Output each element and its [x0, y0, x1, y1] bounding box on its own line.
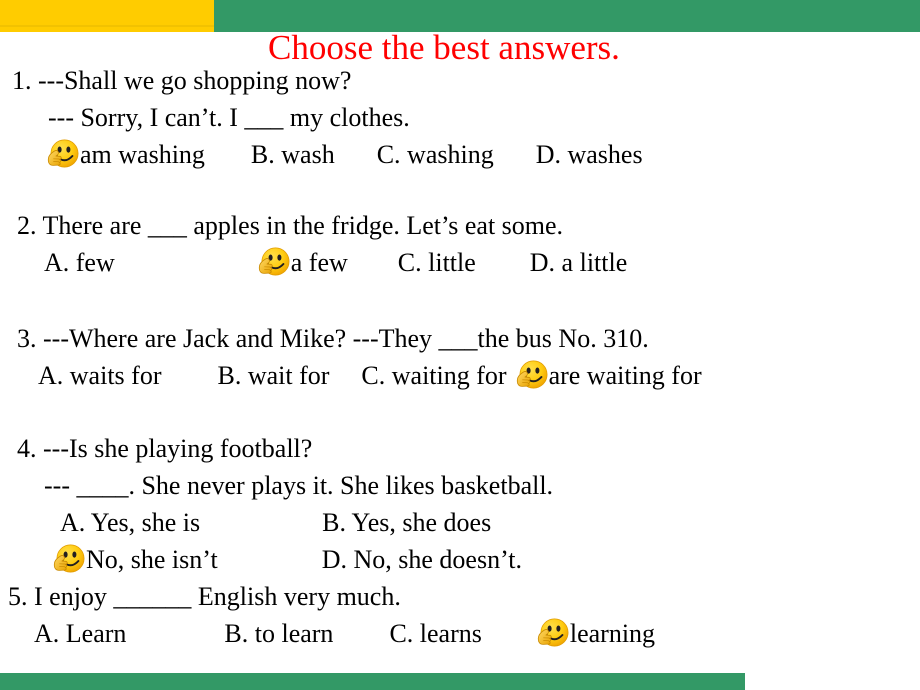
question-5-option-a-text: A. Learn	[34, 619, 127, 648]
question-2-option-d[interactable]: D. a little	[530, 244, 627, 281]
question-2-option-b-text: a few	[290, 248, 348, 277]
question-5-stem-line-1: 5. I enjoy ______ English very much.	[0, 578, 920, 615]
question-1-option-d-text: D. washes	[535, 140, 643, 169]
question-3-option-b[interactable]: B. wait for	[217, 357, 329, 394]
question-3-option-a-text: A. waits for	[38, 361, 162, 390]
question-2-option-c[interactable]: C. little	[398, 244, 476, 281]
question-2-stem-line-1: 2. There are ___ apples in the fridge. L…	[0, 207, 920, 244]
question-sheet: 1. ---Shall we go shopping now? --- Sorr…	[0, 62, 920, 662]
question-4-option-c[interactable]: No, she isn’t	[50, 541, 218, 578]
question-1-option-c-text: C. washing	[376, 140, 494, 169]
question-4-option-d[interactable]: D. No, she doesn’t.	[322, 541, 522, 578]
question-1-stem-line-1-text: 1. ---Shall we go shopping now?	[12, 66, 352, 95]
question-5-option-a[interactable]: A. Learn	[34, 615, 126, 652]
question-3-options: A. waits for B. wait for C. waiting for	[0, 357, 920, 394]
question-5-option-b-text: B. to learn	[224, 619, 334, 648]
question-4-option-b-text: B. Yes, she does	[322, 508, 492, 537]
question-1-option-b-text: B. wash	[250, 140, 335, 169]
question-5-option-c[interactable]: C. learns	[389, 615, 481, 652]
question-2-option-b[interactable]: a few	[255, 244, 348, 281]
question-2-options: A. few a few C. little D. a little	[0, 244, 920, 281]
question-4-options-row-1: A. Yes, she is B. Yes, she does	[0, 504, 920, 541]
question-2-stem-line-1-text: 2. There are ___ apples in the fridge. L…	[17, 211, 564, 240]
question-3-option-d-text: are waiting for	[548, 361, 702, 390]
question-1-option-d[interactable]: D. washes	[536, 136, 643, 173]
smiley-thumbs-up-icon	[534, 617, 570, 651]
question-5-option-b[interactable]: B. to learn	[224, 615, 333, 652]
question-4-stem-line-2: --- ____. She never plays it. She likes …	[0, 467, 920, 504]
smiley-thumbs-up-icon	[255, 246, 291, 280]
question-2-option-c-text: C. little	[397, 248, 476, 277]
question-1-option-b[interactable]: B. wash	[251, 136, 335, 173]
smiley-thumbs-up-icon	[50, 543, 86, 577]
question-5: 5. I enjoy ______ English very much. A. …	[0, 578, 920, 652]
question-3: 3. ---Where are Jack and Mike? ---They _…	[0, 320, 920, 394]
question-3-option-c-text: C. waiting for	[361, 361, 507, 390]
question-4-option-a[interactable]: A. Yes, she is	[60, 504, 200, 541]
question-2: 2. There are ___ apples in the fridge. L…	[0, 207, 920, 281]
question-4-stem-line-2-text: --- ____. She never plays it. She likes …	[44, 471, 554, 500]
question-5-stem-line-1-text: 5. I enjoy ______ English very much.	[8, 582, 401, 611]
bottom-green-band	[0, 673, 745, 690]
question-3-option-c[interactable]: C. waiting for	[361, 357, 506, 394]
question-3-stem-line-1-text: 3. ---Where are Jack and Mike? ---They _…	[17, 324, 649, 353]
question-4-stem-line-1: 4. ---Is she playing football?	[0, 430, 920, 467]
question-3-stem-line-1: 3. ---Where are Jack and Mike? ---They _…	[0, 320, 920, 357]
question-5-option-d-text: learning	[569, 619, 656, 648]
question-1-option-a[interactable]: am washing	[44, 136, 205, 173]
smiley-thumbs-up-icon	[513, 359, 549, 393]
question-1-option-c[interactable]: C. washing	[377, 136, 494, 173]
question-3-option-d[interactable]: are waiting for	[513, 357, 702, 394]
question-4-stem-line-1-text: 4. ---Is she playing football?	[17, 434, 313, 463]
question-2-option-d-text: D. a little	[529, 248, 628, 277]
question-2-option-a-text: A. few	[44, 248, 115, 277]
question-4-options-row-2: No, she isn’t D. No, she doesn’t.	[0, 541, 920, 578]
question-5-options: A. Learn B. to learn C. learns learning	[0, 615, 920, 652]
question-4-option-c-text: No, she isn’t	[86, 545, 218, 574]
smiley-thumbs-up-icon	[44, 138, 80, 172]
question-3-option-b-text: B. wait for	[217, 361, 330, 390]
question-5-option-c-text: C. learns	[389, 619, 482, 648]
question-1-options: am washing B. wash C. washing D. washes	[0, 136, 920, 173]
question-4-option-b[interactable]: B. Yes, she does	[322, 504, 491, 541]
question-1-option-a-text: am washing	[80, 140, 205, 169]
question-1-stem-line-2-text: --- Sorry, I can’t. I ___ my clothes.	[48, 103, 410, 132]
question-4: 4. ---Is she playing football? --- ____.…	[0, 430, 920, 578]
question-1-stem-line-2: --- Sorry, I can’t. I ___ my clothes.	[0, 99, 920, 136]
question-4-option-a-text: A. Yes, she is	[60, 508, 201, 537]
question-1-stem-line-1: 1. ---Shall we go shopping now?	[0, 62, 920, 99]
question-5-option-d[interactable]: learning	[534, 615, 655, 652]
question-3-option-a[interactable]: A. waits for	[38, 357, 161, 394]
question-2-option-a[interactable]: A. few	[44, 244, 115, 281]
question-1: 1. ---Shall we go shopping now? --- Sorr…	[0, 62, 920, 173]
question-4-option-d-text: D. No, she doesn’t.	[321, 545, 522, 574]
